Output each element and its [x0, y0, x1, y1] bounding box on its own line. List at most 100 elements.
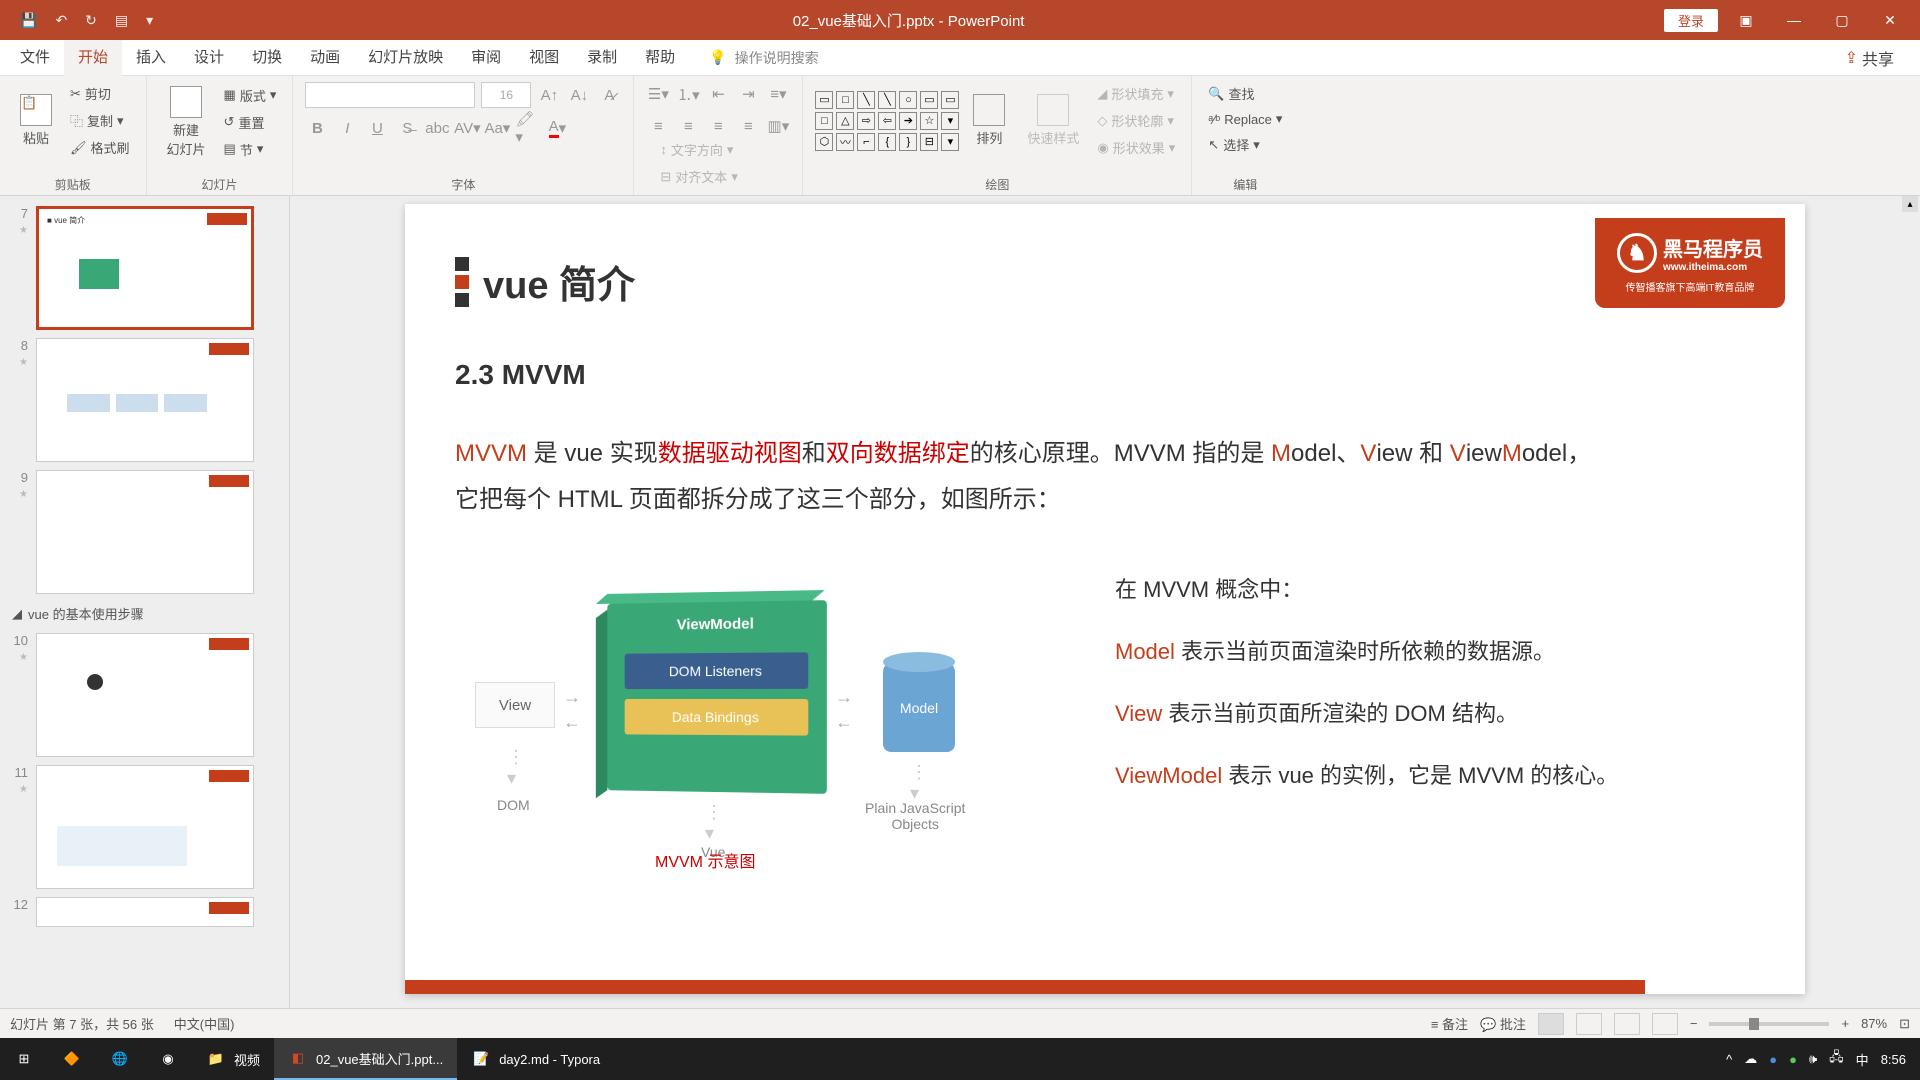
increase-indent-button[interactable]: ⇥ — [736, 82, 760, 106]
thumb-preview-8[interactable] — [36, 338, 254, 462]
quick-styles-button[interactable]: 快速样式 — [1019, 90, 1087, 151]
arrange-button[interactable]: 排列 — [965, 90, 1013, 151]
shape-connector[interactable]: ⌐ — [857, 133, 875, 151]
align-text-button[interactable]: ⊟对齐文本▾ — [656, 165, 790, 188]
slide[interactable]: ♞ 黑马程序员 www.itheima.com 传智播客旗下高端IT教育品牌 v… — [405, 204, 1805, 994]
vertical-scrollbar[interactable]: ▴ — [1902, 196, 1918, 1008]
thumbnail-11[interactable]: 11★ — [0, 761, 289, 893]
decrease-indent-button[interactable]: ⇤ — [706, 82, 730, 106]
shape-expand[interactable]: ▾ — [941, 133, 959, 151]
sorter-view-button[interactable] — [1576, 1013, 1602, 1035]
task-explorer[interactable]: 📁视频 — [192, 1038, 274, 1080]
align-left-button[interactable]: ≡ — [646, 114, 670, 138]
tray-network-icon[interactable]: 🖧 — [1829, 1048, 1844, 1070]
maximize-icon[interactable]: ▢ — [1822, 0, 1862, 40]
scroll-up-icon[interactable]: ▴ — [1902, 196, 1918, 212]
shape-line2[interactable]: ╲ — [878, 91, 896, 109]
tell-me-search[interactable]: 💡 操作说明搜索 — [709, 48, 818, 68]
tray-chevron-icon[interactable]: ^ — [1726, 1052, 1732, 1067]
italic-button[interactable]: I — [335, 116, 359, 140]
text-direction-button[interactable]: ↕文字方向▾ — [656, 138, 790, 161]
shape-brace-l[interactable]: { — [878, 133, 896, 151]
cut-button[interactable]: ✂剪切 — [66, 82, 134, 105]
qat-dropdown-icon[interactable]: ▾ — [146, 12, 153, 29]
bullets-button[interactable]: ☰▾ — [646, 82, 670, 106]
clear-formatting-icon[interactable]: A̷ — [597, 83, 621, 107]
highlight-button[interactable]: 🖍▾ — [515, 116, 539, 140]
columns-button[interactable]: ▥▾ — [766, 114, 790, 138]
thumbnail-7[interactable]: 7★ ■ vue 简介 — [0, 202, 289, 334]
shadow-button[interactable]: abc — [425, 116, 449, 140]
thumbnail-12[interactable]: 12 — [0, 893, 289, 931]
align-right-button[interactable]: ≡ — [706, 114, 730, 138]
shape-triangle[interactable]: △ — [836, 112, 854, 130]
reading-view-button[interactable] — [1614, 1013, 1640, 1035]
tab-animations[interactable]: 动画 — [296, 40, 354, 76]
underline-button[interactable]: U — [365, 116, 389, 140]
thumb-preview-11[interactable] — [36, 765, 254, 889]
tab-review[interactable]: 审阅 — [457, 40, 515, 76]
tab-help[interactable]: 帮助 — [631, 40, 689, 76]
bold-button[interactable]: B — [305, 116, 329, 140]
shape-arrow-l[interactable]: ⇦ — [878, 112, 896, 130]
tray-volume-icon[interactable]: 🕪 — [1809, 1051, 1817, 1067]
start-slideshow-icon[interactable]: ▤ — [115, 12, 128, 29]
task-edge[interactable]: 🌐 — [96, 1038, 144, 1080]
tab-design[interactable]: 设计 — [180, 40, 238, 76]
font-size-combo[interactable] — [481, 82, 531, 108]
start-button[interactable]: ⊞ — [0, 1038, 48, 1080]
format-painter-button[interactable]: 🖌格式刷 — [66, 136, 134, 159]
zoom-out-button[interactable]: − — [1690, 1016, 1698, 1031]
comments-button[interactable]: 💬 批注 — [1480, 1014, 1526, 1033]
thumbnail-panel[interactable]: 7★ ■ vue 简介 8★ 9★ ◢ vue 的基本使用步骤 10★ — [0, 196, 290, 1008]
zoom-level[interactable]: 87% — [1861, 1016, 1887, 1031]
task-typora[interactable]: 📝day2.md - Typora — [457, 1038, 614, 1080]
shape-line[interactable]: ╲ — [857, 91, 875, 109]
zoom-thumb[interactable] — [1749, 1018, 1759, 1030]
language-indicator[interactable]: 中文(中国) — [174, 1014, 235, 1033]
select-button[interactable]: ↖选择▾ — [1204, 133, 1286, 156]
task-powerpoint[interactable]: ◧02_vue基础入门.ppt... — [274, 1038, 457, 1080]
slide-counter[interactable]: 幻灯片 第 7 张，共 56 张 — [10, 1014, 154, 1033]
change-case-button[interactable]: Aa▾ — [485, 116, 509, 140]
redo-icon[interactable]: ↻ — [85, 12, 97, 29]
shape-rect3[interactable]: ▭ — [941, 91, 959, 109]
undo-icon[interactable]: ↶ — [55, 12, 67, 29]
numbering-button[interactable]: ⒈▾ — [676, 82, 700, 106]
task-chrome[interactable]: ◉ — [144, 1038, 192, 1080]
thumb-preview-10[interactable] — [36, 633, 254, 757]
font-family-combo[interactable] — [305, 82, 475, 108]
section-button[interactable]: ▤节▾ — [220, 138, 281, 161]
normal-view-button[interactable] — [1538, 1013, 1564, 1035]
shape-effects-button[interactable]: ◉形状效果▾ — [1093, 136, 1179, 159]
shape-more2[interactable]: ⊟ — [920, 133, 938, 151]
close-icon[interactable]: ✕ — [1870, 0, 1910, 40]
tray-bluetooth-icon[interactable]: ● — [1769, 1052, 1777, 1067]
decrease-font-icon[interactable]: A↓ — [567, 83, 591, 107]
shape-brace-r[interactable]: } — [899, 133, 917, 151]
tray-app-icon[interactable]: ● — [1789, 1052, 1797, 1067]
thumb-preview-12[interactable] — [36, 897, 254, 927]
thumbnail-8[interactable]: 8★ — [0, 334, 289, 466]
tab-record[interactable]: 录制 — [573, 40, 631, 76]
reset-button[interactable]: ↺重置 — [220, 111, 281, 134]
tray-clock[interactable]: 8:56 — [1881, 1052, 1906, 1067]
share-button[interactable]: ⇪ 共享 — [1825, 46, 1914, 70]
shape-hex[interactable]: ⬡ — [815, 133, 833, 151]
tray-onedrive-icon[interactable]: ☁ — [1744, 1051, 1757, 1067]
minimize-icon[interactable]: — — [1774, 0, 1814, 40]
layout-button[interactable]: ▦版式▾ — [220, 84, 281, 107]
zoom-in-button[interactable]: + — [1841, 1016, 1849, 1031]
shape-rect4[interactable]: □ — [815, 112, 833, 130]
shape-arrow-r2[interactable]: ➔ — [899, 112, 917, 130]
shape-arrow-r[interactable]: ⇨ — [857, 112, 875, 130]
login-button[interactable]: 登录 — [1664, 9, 1718, 32]
char-spacing-button[interactable]: AV▾ — [455, 116, 479, 140]
tab-file[interactable]: 文件 — [6, 40, 64, 76]
justify-button[interactable]: ≡ — [736, 114, 760, 138]
shape-outline-button[interactable]: ◇形状轮廓▾ — [1093, 109, 1179, 132]
save-icon[interactable]: 💾 — [20, 12, 37, 29]
shape-star[interactable]: ☆ — [920, 112, 938, 130]
strikethrough-button[interactable]: S̶ — [395, 116, 419, 140]
find-button[interactable]: 🔍查找 — [1204, 82, 1286, 105]
